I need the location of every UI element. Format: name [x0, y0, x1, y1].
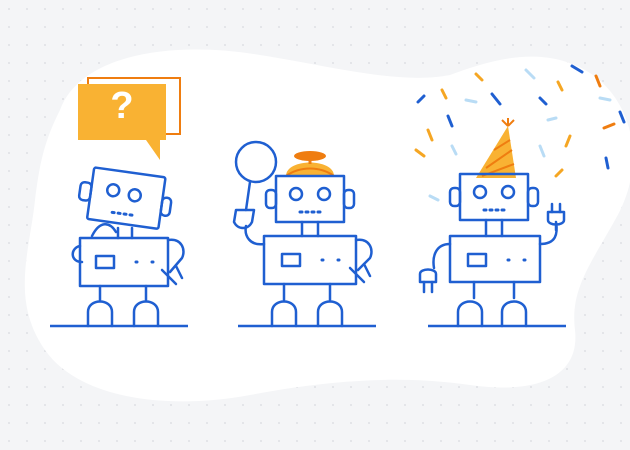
robots-illustration: ? [24, 49, 630, 402]
question-mark-text: ? [110, 85, 133, 127]
